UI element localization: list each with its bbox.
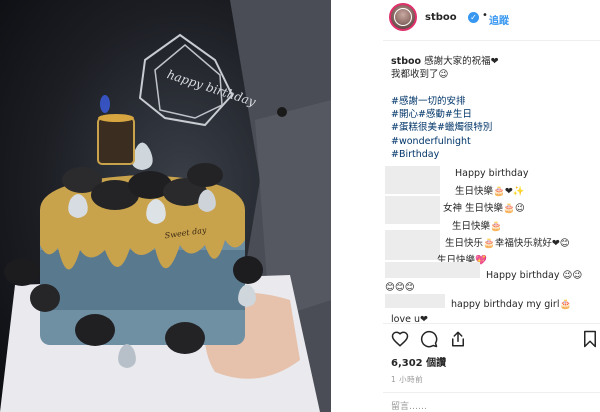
blurred-username bbox=[385, 196, 440, 224]
comment-divider bbox=[383, 392, 600, 393]
comment-text: happy birthday my girl🎂 bbox=[451, 299, 572, 310]
cake-photo-illustration: happy birthday Sweet day bbox=[0, 0, 331, 412]
actions-divider bbox=[383, 323, 600, 324]
hashtag-list: #感謝一切的安排 #開心#感動#生日 #蛋糕很美#蠟燭很特別 #wonderfu… bbox=[391, 95, 596, 161]
likes-count[interactable]: 6,302 個讚 bbox=[391, 354, 446, 369]
blurred-username bbox=[385, 230, 440, 260]
heart-icon[interactable] bbox=[391, 330, 409, 348]
caption-username[interactable]: stboo bbox=[391, 56, 421, 67]
hashtag-link[interactable]: #蛋糕很美#蠟燭很特別 bbox=[391, 121, 596, 134]
comment-text: Happy birthday 😉😉 bbox=[486, 270, 583, 281]
share-icon[interactable] bbox=[449, 330, 467, 348]
caption-line-2: 我都收到了😉 bbox=[391, 69, 449, 80]
follow-button[interactable]: 追蹤 bbox=[489, 12, 509, 27]
post-side-panel: stboo ✓ • 追蹤 stboo 感謝大家的祝福❤ 我都收到了😉 #感謝一切… bbox=[383, 0, 600, 412]
post-photo[interactable]: happy birthday Sweet day bbox=[0, 0, 331, 412]
comment-icon[interactable] bbox=[420, 330, 438, 348]
comment-text: 生日快乐🎂幸福快乐就好❤😊 bbox=[445, 238, 570, 249]
hashtag-link[interactable]: #感謝一切的安排 bbox=[391, 95, 596, 108]
comment-text: Happy birthday bbox=[455, 168, 529, 179]
caption-line-1: 感謝大家的祝福❤ bbox=[424, 56, 499, 67]
comment-text: 女神 生日快樂🎂😉 bbox=[443, 203, 525, 214]
post-timestamp[interactable]: 1 小時前 bbox=[391, 374, 423, 385]
post-caption: stboo 感謝大家的祝福❤ 我都收到了😉 bbox=[391, 55, 596, 81]
action-bar bbox=[391, 330, 600, 350]
blurred-username bbox=[385, 294, 445, 308]
header-divider bbox=[383, 40, 600, 41]
verified-badge-icon: ✓ bbox=[468, 12, 479, 23]
jacket-button bbox=[277, 107, 287, 117]
bookmark-icon[interactable] bbox=[581, 330, 599, 348]
hashtag-link[interactable]: #Birthday bbox=[391, 148, 596, 161]
blurred-username bbox=[385, 166, 440, 194]
comment-text: 生日快樂🎂❤✨ bbox=[455, 186, 525, 197]
hashtag-link[interactable]: #wonderfulnight bbox=[391, 135, 596, 148]
hashtag-link[interactable]: #開心#感動#生日 bbox=[391, 108, 596, 121]
comment-text: 生日快樂🎂 bbox=[452, 221, 502, 232]
blurred-username bbox=[385, 262, 480, 278]
candle-flame bbox=[100, 95, 110, 113]
username-link[interactable]: stboo bbox=[425, 12, 457, 23]
add-comment-input[interactable]: 留言…… bbox=[391, 399, 427, 412]
separator-dot: • bbox=[482, 10, 488, 21]
comment-text: 😊😊😊 bbox=[385, 282, 415, 293]
post-header: stboo ✓ • 追蹤 bbox=[385, 0, 600, 40]
avatar[interactable] bbox=[389, 3, 417, 31]
